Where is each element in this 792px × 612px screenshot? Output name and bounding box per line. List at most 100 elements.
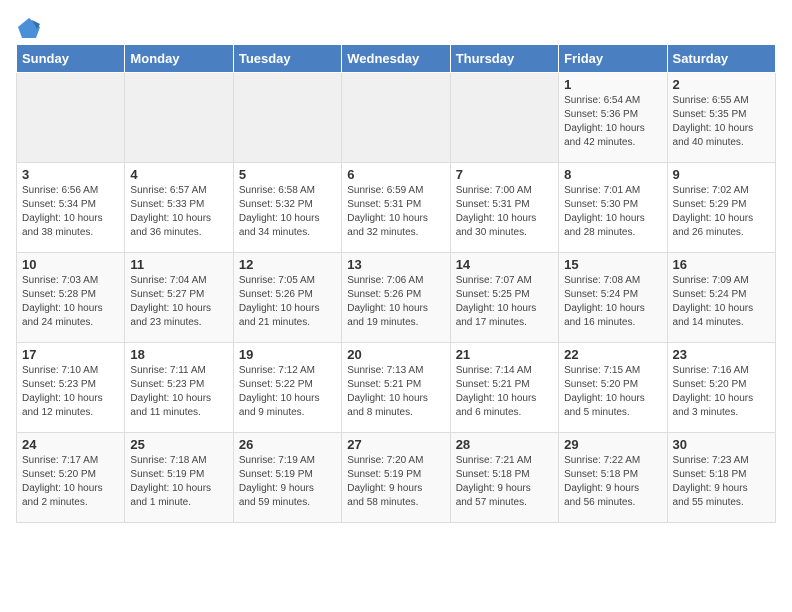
calendar-cell: 29 Sunrise: 7:22 AM Sunset: 5:18 PM Dayli… (559, 433, 667, 523)
day-info: Sunrise: 7:20 AM Sunset: 5:19 PM Dayligh… (347, 454, 444, 510)
day-info: Sunrise: 7:06 AM Sunset: 5:26 PM Dayligh… (347, 274, 444, 330)
weekday-header-tuesday: Tuesday (233, 45, 341, 73)
day-info: Sunrise: 7:04 AM Sunset: 5:27 PM Dayligh… (130, 274, 227, 330)
calendar-cell: 20 Sunrise: 7:13 AM Sunset: 5:21 PM Dayli… (342, 343, 450, 433)
calendar-cell: 15 Sunrise: 7:08 AM Sunset: 5:24 PM Dayli… (559, 253, 667, 343)
week-row-2: 3 Sunrise: 6:56 AM Sunset: 5:34 PM Daylig… (17, 163, 776, 253)
calendar-cell (17, 73, 125, 163)
calendar-cell: 11 Sunrise: 7:04 AM Sunset: 5:27 PM Dayli… (125, 253, 233, 343)
calendar-cell: 22 Sunrise: 7:15 AM Sunset: 5:20 PM Dayli… (559, 343, 667, 433)
day-info: Sunrise: 7:08 AM Sunset: 5:24 PM Dayligh… (564, 274, 661, 330)
week-row-5: 24 Sunrise: 7:17 AM Sunset: 5:20 PM Dayli… (17, 433, 776, 523)
calendar-cell: 23 Sunrise: 7:16 AM Sunset: 5:20 PM Dayli… (667, 343, 775, 433)
day-info: Sunrise: 6:58 AM Sunset: 5:32 PM Dayligh… (239, 184, 336, 240)
calendar-cell (450, 73, 558, 163)
day-info: Sunrise: 7:17 AM Sunset: 5:20 PM Dayligh… (22, 454, 119, 510)
weekday-header-friday: Friday (559, 45, 667, 73)
day-info: Sunrise: 6:56 AM Sunset: 5:34 PM Dayligh… (22, 184, 119, 240)
day-number: 6 (347, 167, 444, 182)
logo-bird-icon (18, 16, 40, 38)
day-info: Sunrise: 7:07 AM Sunset: 5:25 PM Dayligh… (456, 274, 553, 330)
day-info: Sunrise: 6:54 AM Sunset: 5:36 PM Dayligh… (564, 94, 661, 150)
calendar-table: SundayMondayTuesdayWednesdayThursdayFrid… (16, 44, 776, 523)
week-row-3: 10 Sunrise: 7:03 AM Sunset: 5:28 PM Dayli… (17, 253, 776, 343)
week-row-1: 1 Sunrise: 6:54 AM Sunset: 5:36 PM Daylig… (17, 73, 776, 163)
day-number: 28 (456, 437, 553, 452)
day-info: Sunrise: 7:22 AM Sunset: 5:18 PM Dayligh… (564, 454, 661, 510)
week-row-4: 17 Sunrise: 7:10 AM Sunset: 5:23 PM Dayli… (17, 343, 776, 433)
day-info: Sunrise: 7:12 AM Sunset: 5:22 PM Dayligh… (239, 364, 336, 420)
calendar-cell: 14Sunrise: 7:07 AM Sunset: 5:25 PM Dayli… (450, 253, 558, 343)
day-number: 27 (347, 437, 444, 452)
calendar-cell: 27 Sunrise: 7:20 AM Sunset: 5:19 PM Dayli… (342, 433, 450, 523)
day-number: 16 (673, 257, 770, 272)
day-number: 21 (456, 347, 553, 362)
calendar-cell (342, 73, 450, 163)
day-info: Sunrise: 7:23 AM Sunset: 5:18 PM Dayligh… (673, 454, 770, 510)
calendar-cell: 12Sunrise: 7:05 AM Sunset: 5:26 PM Dayli… (233, 253, 341, 343)
calendar-cell: 5 Sunrise: 6:58 AM Sunset: 5:32 PM Daylig… (233, 163, 341, 253)
day-number: 23 (673, 347, 770, 362)
day-number: 25 (130, 437, 227, 452)
weekday-header-row: SundayMondayTuesdayWednesdayThursdayFrid… (17, 45, 776, 73)
day-info: Sunrise: 7:15 AM Sunset: 5:20 PM Dayligh… (564, 364, 661, 420)
calendar-cell: 8 Sunrise: 7:01 AM Sunset: 5:30 PM Daylig… (559, 163, 667, 253)
day-info: Sunrise: 7:16 AM Sunset: 5:20 PM Dayligh… (673, 364, 770, 420)
day-info: Sunrise: 7:10 AM Sunset: 5:23 PM Dayligh… (22, 364, 119, 420)
day-number: 9 (673, 167, 770, 182)
day-info: Sunrise: 7:14 AM Sunset: 5:21 PM Dayligh… (456, 364, 553, 420)
day-info: Sunrise: 7:19 AM Sunset: 5:19 PM Dayligh… (239, 454, 336, 510)
calendar-cell: 13 Sunrise: 7:06 AM Sunset: 5:26 PM Dayli… (342, 253, 450, 343)
logo (16, 16, 40, 34)
day-number: 1 (564, 77, 661, 92)
calendar-cell: 2 Sunrise: 6:55 AM Sunset: 5:35 PM Daylig… (667, 73, 775, 163)
day-number: 5 (239, 167, 336, 182)
calendar-cell: 4 Sunrise: 6:57 AM Sunset: 5:33 PM Daylig… (125, 163, 233, 253)
calendar-cell: 10 Sunrise: 7:03 AM Sunset: 5:28 PM Dayli… (17, 253, 125, 343)
calendar-cell: 3 Sunrise: 6:56 AM Sunset: 5:34 PM Daylig… (17, 163, 125, 253)
day-info: Sunrise: 7:21 AM Sunset: 5:18 PM Dayligh… (456, 454, 553, 510)
header (16, 16, 776, 34)
weekday-header-sunday: Sunday (17, 45, 125, 73)
day-info: Sunrise: 7:03 AM Sunset: 5:28 PM Dayligh… (22, 274, 119, 330)
day-info: Sunrise: 6:57 AM Sunset: 5:33 PM Dayligh… (130, 184, 227, 240)
calendar-cell: 18 Sunrise: 7:11 AM Sunset: 5:23 PM Dayli… (125, 343, 233, 433)
weekday-header-thursday: Thursday (450, 45, 558, 73)
calendar-cell: 9 Sunrise: 7:02 AM Sunset: 5:29 PM Daylig… (667, 163, 775, 253)
calendar-cell: 16Sunrise: 7:09 AM Sunset: 5:24 PM Dayli… (667, 253, 775, 343)
day-number: 20 (347, 347, 444, 362)
calendar-cell: 1 Sunrise: 6:54 AM Sunset: 5:36 PM Daylig… (559, 73, 667, 163)
day-number: 12 (239, 257, 336, 272)
day-number: 8 (564, 167, 661, 182)
day-number: 13 (347, 257, 444, 272)
day-info: Sunrise: 7:02 AM Sunset: 5:29 PM Dayligh… (673, 184, 770, 240)
day-info: Sunrise: 7:00 AM Sunset: 5:31 PM Dayligh… (456, 184, 553, 240)
day-info: Sunrise: 7:01 AM Sunset: 5:30 PM Dayligh… (564, 184, 661, 240)
day-number: 11 (130, 257, 227, 272)
calendar-cell (233, 73, 341, 163)
calendar-cell: 26 Sunrise: 7:19 AM Sunset: 5:19 PM Dayli… (233, 433, 341, 523)
day-number: 26 (239, 437, 336, 452)
day-number: 18 (130, 347, 227, 362)
day-number: 4 (130, 167, 227, 182)
day-info: Sunrise: 7:13 AM Sunset: 5:21 PM Dayligh… (347, 364, 444, 420)
calendar-cell: 24 Sunrise: 7:17 AM Sunset: 5:20 PM Dayli… (17, 433, 125, 523)
weekday-header-saturday: Saturday (667, 45, 775, 73)
calendar-cell: 21 Sunrise: 7:14 AM Sunset: 5:21 PM Dayli… (450, 343, 558, 433)
day-info: Sunrise: 7:11 AM Sunset: 5:23 PM Dayligh… (130, 364, 227, 420)
day-number: 17 (22, 347, 119, 362)
day-number: 15 (564, 257, 661, 272)
day-number: 30 (673, 437, 770, 452)
day-number: 3 (22, 167, 119, 182)
weekday-header-monday: Monday (125, 45, 233, 73)
calendar-cell: 7Sunrise: 7:00 AM Sunset: 5:31 PM Daylig… (450, 163, 558, 253)
calendar-cell: 17 Sunrise: 7:10 AM Sunset: 5:23 PM Dayli… (17, 343, 125, 433)
day-number: 22 (564, 347, 661, 362)
day-number: 2 (673, 77, 770, 92)
day-number: 10 (22, 257, 119, 272)
day-number: 24 (22, 437, 119, 452)
calendar-cell: 28 Sunrise: 7:21 AM Sunset: 5:18 PM Dayli… (450, 433, 558, 523)
weekday-header-wednesday: Wednesday (342, 45, 450, 73)
day-number: 29 (564, 437, 661, 452)
day-info: Sunrise: 6:55 AM Sunset: 5:35 PM Dayligh… (673, 94, 770, 150)
